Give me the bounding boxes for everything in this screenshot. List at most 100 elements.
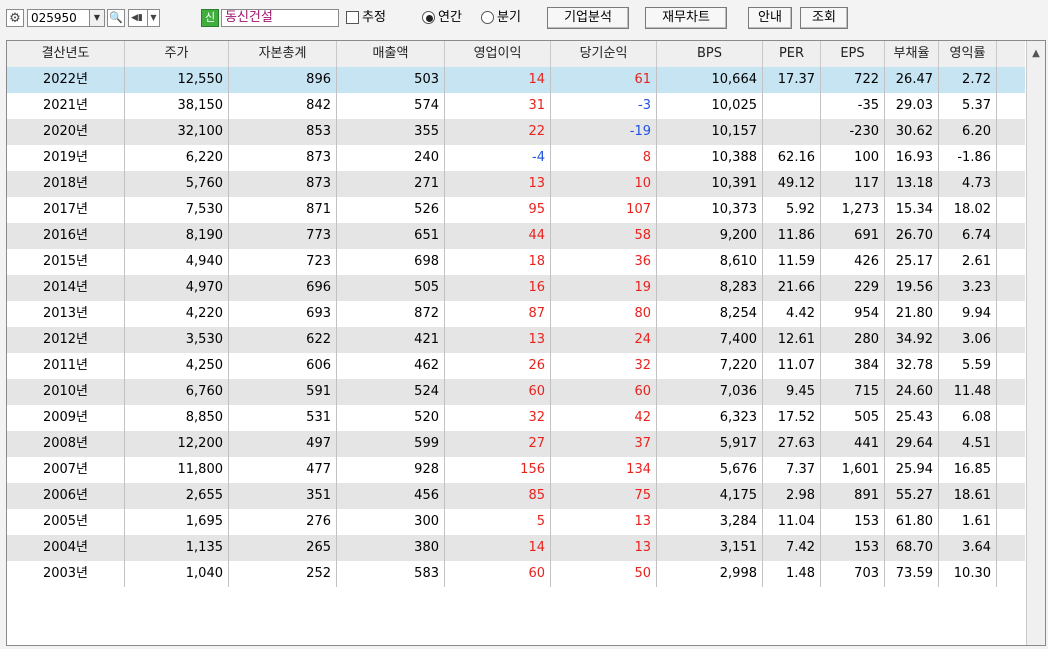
table-cell: 12.61 <box>763 327 821 353</box>
table-row[interactable]: 2007년 11,800 477 928 156 134 5,676 7.37 1,601 25.… <box>7 457 1025 483</box>
table-cell: 6,323 <box>657 405 763 431</box>
table-cell: 13 <box>445 171 551 197</box>
table-row[interactable]: 2004년 1,135 265 380 14 13 3,151 7.42 153 68.70 3.6… <box>7 535 1025 561</box>
table-cell: 703 <box>821 561 885 587</box>
table-cell: 4.51 <box>939 431 997 457</box>
table-cell: 1,601 <box>821 457 885 483</box>
gear-icon[interactable]: ⚙ <box>6 9 24 27</box>
company-analysis-button[interactable]: 기업분석 <box>547 7 629 29</box>
table-cell: 1,040 <box>125 561 229 587</box>
table-row[interactable]: 2003년 1,040 252 583 60 50 2,998 1.48 703 73.59 10.… <box>7 561 1025 587</box>
column-header[interactable]: BPS <box>657 41 763 67</box>
table-cell: 4,940 <box>125 249 229 275</box>
vertical-scrollbar[interactable]: ▲ <box>1026 41 1045 645</box>
table-cell: 27 <box>445 431 551 457</box>
table-cell: 49.12 <box>763 171 821 197</box>
column-header[interactable]: 영익률 <box>939 41 997 67</box>
company-name-field[interactable]: 동신건설 <box>221 9 339 27</box>
table-row[interactable]: 2010년 6,760 591 524 60 60 7,036 9.45 715 24.60 11.… <box>7 379 1025 405</box>
table-cell: 2011년 <box>7 353 125 379</box>
estimate-checkbox[interactable] <box>346 11 359 24</box>
column-header[interactable]: 부채율 <box>885 41 939 67</box>
table-row[interactable]: 2014년 4,970 696 505 16 19 8,283 21.66 229 19.56 3.… <box>7 275 1025 301</box>
volume-icon: ◀▮ <box>131 13 143 23</box>
table-row[interactable]: 2005년 1,695 276 300 5 13 3,284 11.04 153 61.80 1.6… <box>7 509 1025 535</box>
table-cell: 8,254 <box>657 301 763 327</box>
table-cell: 896 <box>229 67 337 93</box>
table-cell: 531 <box>229 405 337 431</box>
chevron-down-icon[interactable]: ▼ <box>89 10 104 26</box>
table-row[interactable]: 2006년 2,655 351 456 85 75 4,175 2.98 891 55.27 18.… <box>7 483 1025 509</box>
table-cell: 3.06 <box>939 327 997 353</box>
table-cell: 651 <box>337 223 445 249</box>
table-cell: 24 <box>551 327 657 353</box>
table-cell: 497 <box>229 431 337 457</box>
table-row[interactable]: 2008년 12,200 497 599 27 37 5,917 27.63 441 29.64 4… <box>7 431 1025 457</box>
table-cell: 873 <box>229 171 337 197</box>
table-cell: 3,284 <box>657 509 763 535</box>
table-cell: 384 <box>821 353 885 379</box>
column-header[interactable]: EPS <box>821 41 885 67</box>
volume-chevron-down-icon[interactable]: ▼ <box>147 10 159 26</box>
table-row[interactable]: 2012년 3,530 622 421 13 24 7,400 12.61 280 34.92 3.… <box>7 327 1025 353</box>
table-cell: 873 <box>229 145 337 171</box>
table-row[interactable]: 2011년 4,250 606 462 26 32 7,220 11.07 384 32.78 5.… <box>7 353 1025 379</box>
table-cell: 32 <box>445 405 551 431</box>
table-cell: 9.45 <box>763 379 821 405</box>
table-row[interactable]: 2015년 4,940 723 698 18 36 8,610 11.59 426 25.17 2.… <box>7 249 1025 275</box>
column-header[interactable]: 자본총계 <box>229 41 337 67</box>
table-row[interactable]: 2016년 8,190 773 651 44 58 9,200 11.86 691 26.70 6.… <box>7 223 1025 249</box>
table-cell: 8 <box>551 145 657 171</box>
table-cell: 26.47 <box>885 67 939 93</box>
guide-button[interactable]: 안내 <box>748 7 792 29</box>
table-cell: 591 <box>229 379 337 405</box>
table-cell: 9.94 <box>939 301 997 327</box>
table-row[interactable]: 2013년 4,220 693 872 87 80 8,254 4.42 954 21.80 9.9… <box>7 301 1025 327</box>
column-header[interactable]: 당기순익 <box>551 41 657 67</box>
table-cell: 61.80 <box>885 509 939 535</box>
table-cell: -3 <box>551 93 657 119</box>
column-header[interactable]: 결산년도 <box>7 41 125 67</box>
table-row[interactable]: 2017년 7,530 871 526 95 107 10,373 5.92 1,273 15.3… <box>7 197 1025 223</box>
column-header[interactable]: 매출액 <box>337 41 445 67</box>
table-cell: 27.63 <box>763 431 821 457</box>
table-row[interactable]: 2009년 8,850 531 520 32 42 6,323 17.52 505 25.43 6.… <box>7 405 1025 431</box>
table-cell: 60 <box>551 379 657 405</box>
table-row[interactable]: 2021년 38,150 842 574 31 -3 10,025 -35 29.03 5.37 <box>7 93 1025 119</box>
table-cell: 7.42 <box>763 535 821 561</box>
table-row[interactable]: 2020년 32,100 853 355 22 -19 10,157 -230 30.62 6.2… <box>7 119 1025 145</box>
table-cell: 11.04 <box>763 509 821 535</box>
table-cell: 14 <box>445 535 551 561</box>
stock-code-input[interactable]: 025950 ▼ <box>27 9 105 27</box>
table-cell: 4,175 <box>657 483 763 509</box>
radio-quarter[interactable] <box>481 11 494 24</box>
table-cell: 19 <box>551 275 657 301</box>
table-cell: 22 <box>445 119 551 145</box>
table-row[interactable]: 2022년 12,550 896 503 14 61 10,664 17.37 722 26.47… <box>7 67 1025 93</box>
table-cell: 44 <box>445 223 551 249</box>
column-header[interactable]: 영업이익 <box>445 41 551 67</box>
table-cell: 34.92 <box>885 327 939 353</box>
table-cell: 100 <box>821 145 885 171</box>
column-header[interactable]: 주가 <box>125 41 229 67</box>
table-cell: 4.73 <box>939 171 997 197</box>
table-cell: 13.18 <box>885 171 939 197</box>
search-icon[interactable]: 🔍 <box>107 9 125 27</box>
table-row[interactable]: 2019년 6,220 873 240 -4 8 10,388 62.16 100 16.93 -1… <box>7 145 1025 171</box>
scroll-up-icon[interactable]: ▲ <box>1027 41 1045 67</box>
table-cell: 107 <box>551 197 657 223</box>
radio-annual[interactable] <box>422 11 435 24</box>
volume-button[interactable]: ◀▮ ▼ <box>128 9 160 27</box>
table-cell: 10 <box>551 171 657 197</box>
query-button[interactable]: 조회 <box>800 7 848 29</box>
table-cell: 5,760 <box>125 171 229 197</box>
table-cell: 18.61 <box>939 483 997 509</box>
table-cell: 380 <box>337 535 445 561</box>
column-header[interactable]: PER <box>763 41 821 67</box>
table-row[interactable]: 2018년 5,760 873 271 13 10 10,391 49.12 117 13.18 4… <box>7 171 1025 197</box>
table-cell: 68.70 <box>885 535 939 561</box>
table-cell: 696 <box>229 275 337 301</box>
table-cell: 60 <box>445 561 551 587</box>
financial-chart-button[interactable]: 재무차트 <box>645 7 727 29</box>
table-cell: -1.86 <box>939 145 997 171</box>
